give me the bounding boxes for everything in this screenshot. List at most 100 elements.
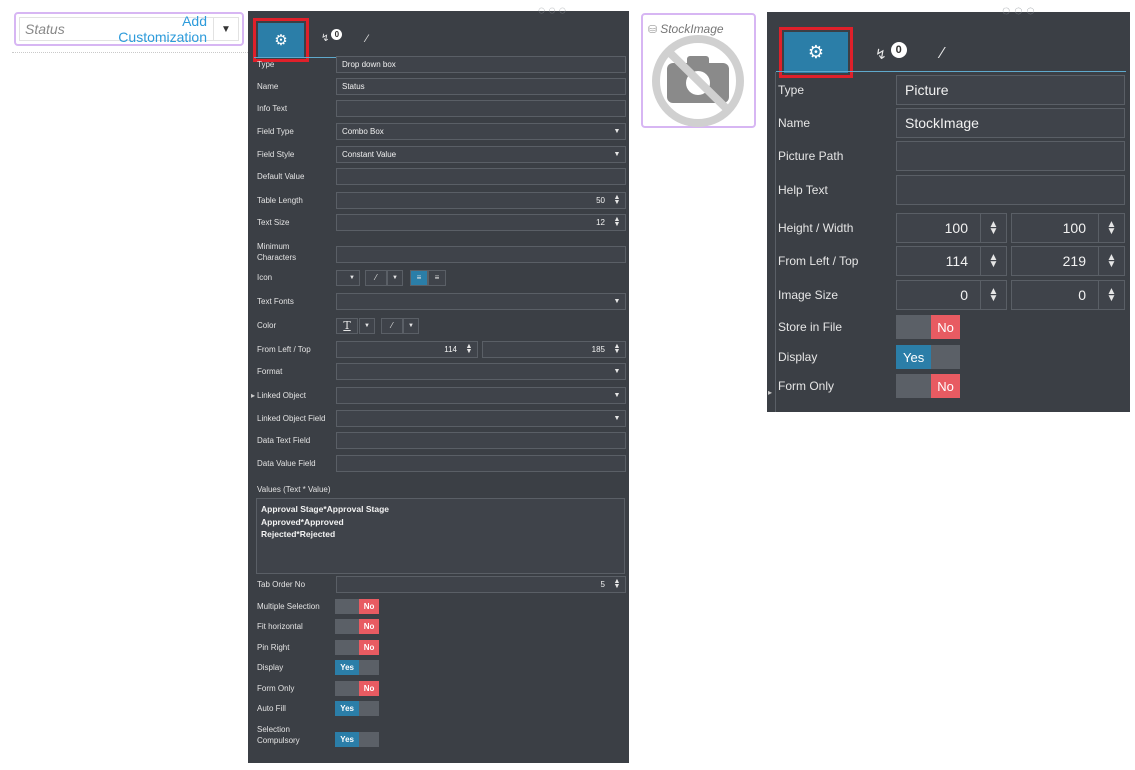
default-value-field[interactable] bbox=[336, 168, 626, 185]
image-size-a-stepper[interactable]: 0 ▲ ▼ bbox=[896, 280, 1007, 310]
status-label: Status bbox=[25, 21, 65, 37]
row-from-left-top: From Left / Top 114 ▲ ▼ 185 ▲ ▼ bbox=[248, 341, 629, 358]
no-image-camera-icon bbox=[652, 35, 744, 127]
tab-order-no-stepper[interactable]: 5 ▲ ▼ bbox=[336, 576, 626, 593]
chevron-down-icon: ▼ bbox=[613, 151, 621, 158]
width-value: 100 bbox=[1062, 220, 1086, 236]
align-right-icon: ≡ bbox=[434, 273, 440, 282]
auto-fill-toggle[interactable]: Yes bbox=[335, 701, 379, 716]
linked-object-select[interactable]: ▼ bbox=[336, 387, 626, 404]
spinner-icon[interactable]: ▲ ▼ bbox=[1098, 214, 1124, 242]
text-color-button[interactable]: T bbox=[336, 317, 358, 334]
multiple-selection-toggle[interactable]: No bbox=[335, 599, 379, 614]
text-fonts-select[interactable]: ▼ bbox=[336, 293, 626, 310]
from-left-stepper[interactable]: 114 ▲ ▼ bbox=[896, 246, 1007, 276]
spinner-icon[interactable]: ▲ ▼ bbox=[1098, 247, 1124, 275]
spinner-icon[interactable]: ▲ ▼ bbox=[980, 247, 1006, 275]
values-line: Approval Stage*Approval Stage bbox=[261, 504, 390, 514]
help-text-field[interactable] bbox=[896, 175, 1125, 205]
form-only-toggle[interactable]: No bbox=[335, 681, 379, 696]
from-left-stepper[interactable]: 114 ▲ ▼ bbox=[336, 341, 478, 358]
minimum-characters-field[interactable] bbox=[336, 246, 626, 263]
display-toggle[interactable]: Yes bbox=[335, 660, 379, 675]
status-value[interactable]: Add Customization bbox=[92, 13, 214, 45]
spinner-icon[interactable]: ▲ ▼ bbox=[609, 577, 625, 592]
spinner-icon[interactable]: ▲ ▼ bbox=[609, 215, 625, 230]
pin-right-toggle[interactable]: No bbox=[335, 640, 379, 655]
text-size-label: Text Size bbox=[257, 218, 290, 227]
name-field[interactable]: StockImage bbox=[896, 108, 1125, 138]
type-field[interactable]: Drop down box bbox=[336, 56, 626, 73]
text-size-stepper[interactable]: 12 ▲ ▼ bbox=[336, 214, 626, 231]
align-right-button[interactable]: ≡ bbox=[428, 269, 446, 286]
tab-style[interactable]: ⁄ bbox=[366, 33, 368, 45]
from-top-stepper[interactable]: 185 ▲ ▼ bbox=[482, 341, 626, 358]
dropdown-properties-panel: ◌ ◌ ◌ ⚙ ↯ 0 ⁄ Type Drop down box Name St… bbox=[248, 3, 629, 763]
name-label: Name bbox=[257, 82, 279, 91]
toggle-state: No bbox=[359, 599, 379, 614]
picture-path-field[interactable] bbox=[896, 141, 1125, 171]
icon-picker[interactable]: ▼ bbox=[336, 269, 360, 286]
chevron-down-icon: ▼ bbox=[613, 128, 621, 135]
spinner-icon[interactable]: ▲ ▼ bbox=[980, 281, 1006, 309]
toggle-track bbox=[931, 345, 960, 369]
name-field[interactable]: Status bbox=[336, 78, 626, 95]
spinner-icon[interactable]: ▲ ▼ bbox=[980, 214, 1006, 242]
form-only-toggle[interactable]: No bbox=[896, 374, 960, 398]
spinner-icon[interactable]: ▲ ▼ bbox=[609, 342, 625, 357]
image-size-b-stepper[interactable]: 0 ▲ ▼ bbox=[1011, 280, 1125, 310]
align-left-button[interactable]: ≡ bbox=[410, 269, 428, 286]
spinner-icon[interactable]: ▲ ▼ bbox=[609, 193, 625, 208]
info-text-field[interactable] bbox=[336, 100, 626, 117]
stock-image-widget[interactable]: ⛁ StockImage bbox=[641, 13, 756, 128]
text-color-dropdown[interactable]: ▼ bbox=[359, 317, 375, 334]
row-pin-right: Pin Right No bbox=[248, 640, 629, 655]
brush-icon: ⁄ bbox=[375, 273, 377, 282]
values-textarea[interactable]: Approval Stage*Approval Stage Approved*A… bbox=[256, 498, 625, 574]
toggle-state: No bbox=[359, 619, 379, 634]
table-length-stepper[interactable]: 50 ▲ ▼ bbox=[336, 192, 626, 209]
tab-events[interactable]: ↯ 0 bbox=[875, 41, 907, 63]
fill-color-button[interactable]: ⁄ bbox=[381, 317, 403, 334]
caret-right-icon: ▸ bbox=[251, 391, 256, 400]
row-help-text: Help Text bbox=[767, 175, 1130, 205]
from-top-stepper[interactable]: 219 ▲ ▼ bbox=[1011, 246, 1125, 276]
icon-color-button[interactable]: ⁄ bbox=[365, 269, 387, 286]
fill-color-dropdown[interactable]: ▼ bbox=[403, 317, 419, 334]
from-left-top-label: From Left / Top bbox=[257, 345, 311, 354]
tab-settings[interactable]: ⚙ bbox=[253, 18, 309, 62]
spinner-icon[interactable]: ▲ ▼ bbox=[461, 342, 477, 357]
status-dropdown-widget[interactable]: Status Add Customization ▼ bbox=[14, 12, 244, 46]
field-style-select[interactable]: Constant Value ▼ bbox=[336, 146, 626, 163]
width-stepper[interactable]: 100 ▲ ▼ bbox=[1011, 213, 1125, 243]
tab-settings[interactable]: ⚙ bbox=[779, 27, 853, 78]
type-field[interactable]: Picture bbox=[896, 75, 1125, 105]
tab-events[interactable]: ↯ 0 bbox=[321, 29, 343, 44]
row-image-size: Image Size 0 ▲ ▼ 0 ▲ ▼ bbox=[767, 280, 1130, 310]
spinner-icon[interactable]: ▲ ▼ bbox=[1098, 281, 1124, 309]
chevron-down-icon: ▼ bbox=[613, 368, 621, 375]
display-toggle[interactable]: Yes bbox=[896, 345, 960, 369]
row-field-style: Field Style Constant Value ▼ bbox=[248, 146, 629, 163]
data-text-field-input[interactable] bbox=[336, 432, 626, 449]
toggle-track bbox=[335, 681, 360, 696]
row-color: Color T ▼ ⁄ ▼ bbox=[248, 317, 629, 334]
selection-compulsory-toggle[interactable]: Yes bbox=[335, 732, 379, 747]
chevron-down-icon: ▼ bbox=[392, 274, 398, 281]
tab-style[interactable]: ⁄ bbox=[941, 45, 944, 63]
height-stepper[interactable]: 100 ▲ ▼ bbox=[896, 213, 1007, 243]
store-in-file-toggle[interactable]: No bbox=[896, 315, 960, 339]
linked-object-field-select[interactable]: ▼ bbox=[336, 410, 626, 427]
display-label: Display bbox=[778, 350, 818, 364]
image-size-label: Image Size bbox=[778, 288, 839, 302]
tab-order-no-value: 5 bbox=[600, 580, 605, 589]
lightning-icon: ↯ bbox=[321, 33, 330, 44]
field-style-label: Field Style bbox=[257, 150, 295, 159]
data-value-field-input[interactable] bbox=[336, 455, 626, 472]
icon-color-dropdown[interactable]: ▼ bbox=[387, 269, 403, 286]
field-type-select[interactable]: Combo Box ▼ bbox=[336, 123, 626, 140]
fit-horizontal-toggle[interactable]: No bbox=[335, 619, 379, 634]
format-select[interactable]: ▼ bbox=[336, 363, 626, 380]
row-selection-compulsory: Selection Compulsory Yes bbox=[248, 722, 629, 748]
chevron-down-icon[interactable]: ▼ bbox=[214, 24, 238, 35]
